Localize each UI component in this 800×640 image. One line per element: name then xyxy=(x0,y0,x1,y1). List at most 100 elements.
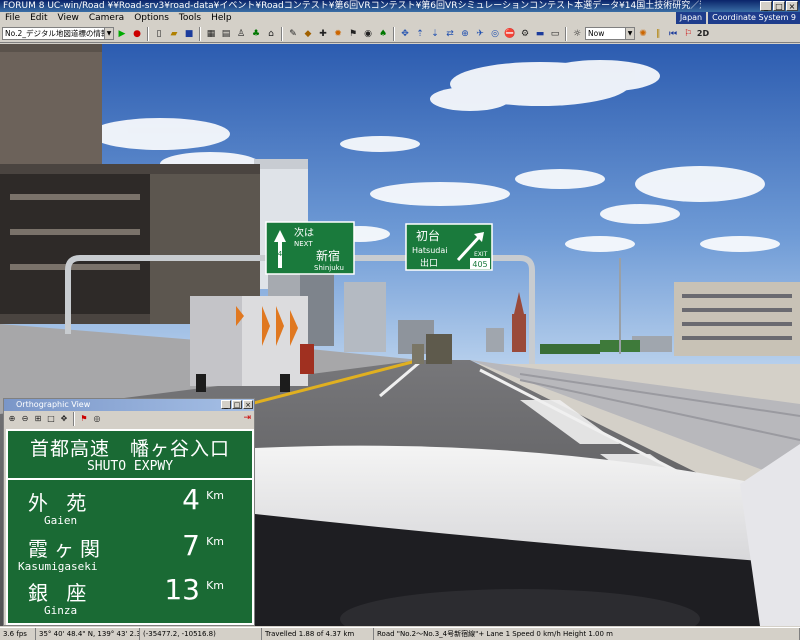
menu-tools[interactable]: Tools xyxy=(174,12,206,25)
window-title: FORUM 8 UC-win/Road ¥¥Road-srv3¥road-dat… xyxy=(3,1,701,11)
menu-edit[interactable]: Edit xyxy=(25,12,52,25)
destination-distance: 4 xyxy=(182,483,200,516)
sign-shinjuku-arrow-num: 4 xyxy=(278,250,283,258)
truck xyxy=(190,296,314,392)
scenario-icon[interactable]: ✹ xyxy=(331,27,345,41)
sign-hatsudai-en-dest: Hatsudai xyxy=(412,246,448,255)
move-icon[interactable]: ⇣ xyxy=(428,27,442,41)
ortho-maximize-button[interactable]: □ xyxy=(232,400,242,409)
select-box-icon[interactable]: □ xyxy=(45,413,57,425)
destination-en: Kasumigaseki xyxy=(18,560,98,573)
sign-destination-gaien: 外 苑 Gaien 4 Km xyxy=(8,483,252,533)
time-select[interactable]: Now ▼ xyxy=(585,27,635,40)
uc-win-road-window: FORUM 8 UC-win/Road ¥¥Road-srv3¥road-dat… xyxy=(0,0,800,640)
fps-readout: 3.6 fps xyxy=(0,628,36,640)
intersection-icon[interactable]: ✚ xyxy=(316,27,330,41)
status-bar: 3.6 fps 35° 40' 48.4" N, 139° 43' 2.3" E… xyxy=(0,627,800,640)
route-select[interactable]: No.2_デジタル地図道標の情報提供 ▼ xyxy=(2,27,114,40)
destination-jp: 銀 座 xyxy=(28,581,93,605)
ortho-close-button[interactable]: × xyxy=(243,400,253,409)
sign-destination-kasumigaseki: 霞ヶ関 Kasumigaseki 7 Km xyxy=(8,529,252,579)
region-button[interactable]: Japan xyxy=(675,12,707,24)
menu-options[interactable]: Options xyxy=(129,12,174,25)
move-up-icon[interactable]: ⇡ xyxy=(413,27,427,41)
ortho-minimize-button[interactable]: _ xyxy=(221,400,231,409)
orthographic-view-panel[interactable]: Orthographic View _ □ × ⊕ ⊖ ⊞ □ ✥ ⚑ ◎ ⇥ … xyxy=(3,398,255,626)
tree-icon[interactable]: ♣ xyxy=(249,27,263,41)
fit-view-icon[interactable]: ⊞ xyxy=(32,413,44,425)
maximize-button[interactable]: □ xyxy=(773,1,785,11)
camera-icon[interactable]: ◉ xyxy=(361,27,375,41)
time-select-value: Now xyxy=(588,29,605,38)
vegetation-icon[interactable]: ♠ xyxy=(376,27,390,41)
menu-right-badges: Japan Coordinate System 9 xyxy=(675,12,800,24)
destination-jp: 霞ヶ関 xyxy=(28,537,106,561)
fly-icon[interactable]: ✈ xyxy=(473,27,487,41)
road-plan-icon[interactable]: ▤ xyxy=(219,27,233,41)
pan-icon[interactable]: ⇄ xyxy=(443,27,457,41)
zoom-in-icon[interactable]: ⊕ xyxy=(6,413,18,425)
save-icon[interactable]: ■ xyxy=(182,27,196,41)
coordinate-system-button[interactable]: Coordinate System 9 xyxy=(708,12,800,24)
terrain-icon[interactable]: ▦ xyxy=(204,27,218,41)
sign-shinjuku-en-top: NEXT xyxy=(294,240,313,248)
minimize-button[interactable]: _ xyxy=(760,1,772,11)
road-info: Road "No.2～No.3_4号新宿線"+ Lane 1 Speed 0 k… xyxy=(374,628,800,640)
model-icon[interactable]: ⌂ xyxy=(264,27,278,41)
flag-icon[interactable]: ⚐ xyxy=(681,27,695,41)
record-icon[interactable]: ● xyxy=(130,27,144,41)
sign-shinjuku: 4 次は NEXT 新宿 Shinjuku xyxy=(265,221,355,275)
weather-icon[interactable]: ✺ xyxy=(636,27,650,41)
bus-icon[interactable]: ▭ xyxy=(548,27,562,41)
orthographic-view-title: Orthographic View xyxy=(16,400,91,409)
chevron-down-icon: ▼ xyxy=(104,28,113,39)
orthographic-view-titlebar[interactable]: Orthographic View _ □ × xyxy=(4,399,254,411)
person-icon[interactable]: ♙ xyxy=(234,27,248,41)
chevron-down-icon: ▼ xyxy=(625,28,634,39)
close-button[interactable]: × xyxy=(786,1,798,11)
steering-icon[interactable]: ◎ xyxy=(91,413,103,425)
2d-mode-button[interactable]: 2D xyxy=(696,27,710,41)
pan-icon[interactable]: ✥ xyxy=(58,413,70,425)
menu-bar: File Edit View Camera Options Tools Help… xyxy=(0,12,800,25)
traffic-icon[interactable]: ⚑ xyxy=(346,27,360,41)
new-file-icon[interactable]: ▯ xyxy=(152,27,166,41)
sign-hatsudai-exit-label: EXIT xyxy=(474,251,488,258)
sun-icon[interactable]: ☼ xyxy=(570,27,584,41)
rotate-view-icon[interactable]: ✥ xyxy=(398,27,412,41)
route-select-value: No.2_デジタル地図道標の情報提供 xyxy=(5,29,114,38)
sign-edit-icon[interactable]: ⚑ xyxy=(78,413,90,425)
zoom-out-icon[interactable]: ⊖ xyxy=(19,413,31,425)
settings-icon[interactable]: ⚙ xyxy=(518,27,532,41)
title-bar: FORUM 8 UC-win/Road ¥¥Road-srv3¥road-dat… xyxy=(0,0,800,12)
destination-jp: 外 苑 xyxy=(28,491,93,515)
pause-icon[interactable]: ∥ xyxy=(651,27,665,41)
stop-sign-icon[interactable]: ⛔ xyxy=(503,27,517,41)
menu-view[interactable]: View xyxy=(53,12,84,25)
sign-destination-ginza: 銀 座 Ginza 13 Km xyxy=(8,573,252,623)
sign-shinjuku-en-dest: Shinjuku xyxy=(314,264,344,272)
car-icon[interactable]: ▬ xyxy=(533,27,547,41)
sign-entrance-jp: 首都高速 幡ヶ谷入口 xyxy=(29,438,230,460)
zoom-icon[interactable]: ⊕ xyxy=(458,27,472,41)
destination-distance: 13 xyxy=(164,573,200,606)
menu-file[interactable]: File xyxy=(0,12,25,25)
destination-en: Ginza xyxy=(44,604,78,617)
play-icon[interactable]: ▶ xyxy=(115,27,129,41)
travelled-distance: Travelled 1.88 of 4.37 km xyxy=(262,628,374,640)
menu-help[interactable]: Help xyxy=(206,12,237,25)
window-controls: _ □ × xyxy=(760,1,798,11)
sign-hatsudai-jp-exit: 出口 xyxy=(420,257,438,269)
menu-camera[interactable]: Camera xyxy=(84,12,129,25)
drive-icon[interactable]: ◎ xyxy=(488,27,502,41)
distance-unit: Km xyxy=(206,535,224,548)
sign-entrance-en: SHUTO EXPWY xyxy=(86,459,174,474)
open-folder-icon[interactable]: ▰ xyxy=(167,27,181,41)
sign-hatsudai-jp-dest: 初台 xyxy=(416,228,440,243)
skip-back-icon[interactable]: ⏮ xyxy=(666,27,680,41)
distance-unit: Km xyxy=(206,489,224,502)
pin-icon[interactable]: ⇥ xyxy=(243,413,251,423)
edit-road-icon[interactable]: ✎ xyxy=(286,27,300,41)
sign-icon[interactable]: ◆ xyxy=(301,27,315,41)
orthographic-window-controls: _ □ × xyxy=(221,400,253,409)
